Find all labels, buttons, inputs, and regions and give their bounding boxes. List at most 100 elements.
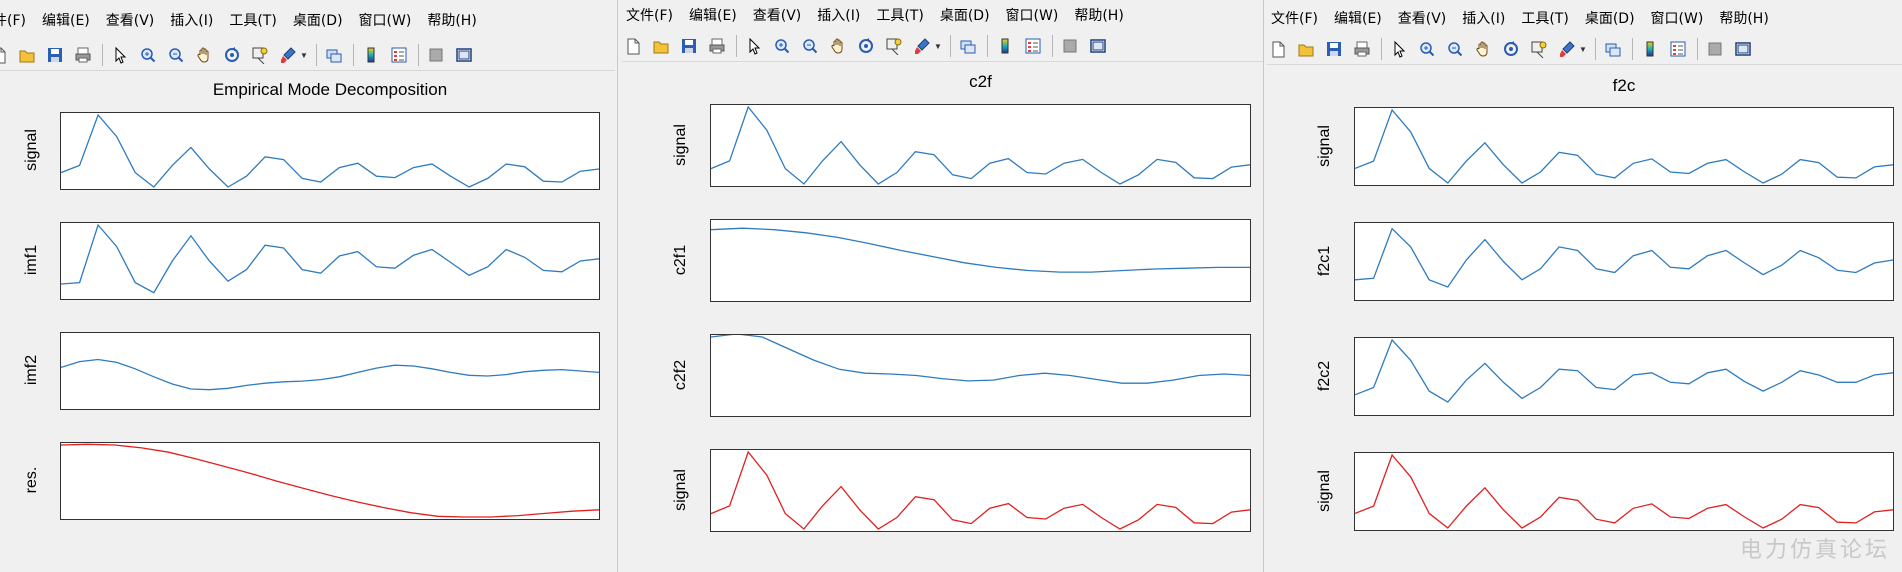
subplot-axes-3[interactable] [1354,337,1894,416]
colorbar-button[interactable] [994,35,1016,57]
series-line [1355,108,1893,184]
data-cursor-button[interactable] [249,44,271,66]
menu-desktop[interactable]: 桌面(D) [940,5,990,25]
brush-dropdown-arrow[interactable]: ▼ [1579,38,1587,60]
menu-view[interactable]: 查看(V) [106,10,155,30]
menu-help[interactable]: 帮助(H) [427,10,476,30]
open-folder-button[interactable] [650,35,672,57]
menu-edit[interactable]: 编辑(E) [1334,8,1382,28]
menu-view[interactable]: 查看(V) [1398,8,1447,28]
zoom-in-button[interactable] [771,35,793,57]
menu-tools[interactable]: 工具(T) [229,10,276,30]
brush-button[interactable] [1556,38,1578,60]
figure-toolbar: ▼ [1267,34,1902,65]
data-cursor-button[interactable] [883,35,905,57]
show-plot-tools-button[interactable] [1732,38,1754,60]
y-axis-label: res. [23,466,40,494]
new-file-button[interactable] [0,44,10,66]
menu-edit[interactable]: 编辑(E) [42,10,90,30]
brush-button[interactable] [911,35,933,57]
subplot-axes-3[interactable] [60,332,600,410]
subplot-axes-4[interactable] [1354,452,1894,531]
pan-hand-button[interactable] [193,44,215,66]
menu-desktop[interactable]: 桌面(D) [1585,8,1635,28]
pan-hand-button[interactable] [827,35,849,57]
menu-file[interactable]: 件(F) [0,10,26,30]
menu-insert[interactable]: 插入(I) [817,5,860,25]
menu-window[interactable]: 窗口(W) [1006,5,1059,25]
menu-file[interactable]: 文件(F) [1271,8,1318,28]
pointer-button[interactable] [743,35,765,57]
hide-plot-tools-button[interactable] [425,44,447,66]
new-file-button[interactable] [1267,38,1289,60]
legend-button[interactable] [1022,35,1044,57]
hide-plot-tools-button[interactable] [1704,38,1726,60]
menu-desktop[interactable]: 桌面(D) [293,10,343,30]
subplot-axes-2[interactable] [710,219,1251,302]
print-button[interactable] [706,35,728,57]
rotate-3d-button[interactable] [221,44,243,66]
link-plot-button[interactable] [1602,38,1624,60]
data-cursor-button[interactable] [1528,38,1550,60]
menu-insert[interactable]: 插入(I) [1462,8,1505,28]
y-axis-label: signal [672,468,689,511]
colorbar-icon [367,47,375,63]
subplot-axes-3[interactable] [710,334,1251,417]
subplot-axes-4[interactable] [60,442,600,520]
menu-view[interactable]: 查看(V) [753,5,802,25]
link-plot-button[interactable] [323,44,345,66]
subplot-axes-2[interactable] [1354,222,1894,301]
colorbar-button[interactable] [360,44,382,66]
subplot-axes-1[interactable] [1354,107,1894,186]
menu-file[interactable]: 文件(F) [626,5,673,25]
print-button[interactable] [72,44,94,66]
zoom-in-button[interactable] [137,44,159,66]
save-button[interactable] [1323,38,1345,60]
hide-plot-tools-button[interactable] [1059,35,1081,57]
brush-dropdown-arrow[interactable]: ▼ [934,35,942,57]
brush-dropdown-arrow[interactable]: ▼ [300,44,308,66]
show-plot-tools-button[interactable] [1087,35,1109,57]
zoom-out-button[interactable] [799,35,821,57]
figure-window-emd: 件(F) 编辑(E) 查看(V) 插入(I) 工具(T) 桌面(D) 窗口(W)… [0,0,615,572]
menu-insert[interactable]: 插入(I) [170,10,213,30]
menu-window[interactable]: 窗口(W) [359,10,412,30]
rotate-3d-button[interactable] [1500,38,1522,60]
show-plot-tools-button[interactable] [453,44,475,66]
new-file-button[interactable] [622,35,644,57]
brush-button[interactable] [277,44,299,66]
legend-button[interactable] [388,44,410,66]
colorbar-button[interactable] [1639,38,1661,60]
legend-button[interactable] [1667,38,1689,60]
print-button[interactable] [1351,38,1373,60]
open-folder-button[interactable] [1295,38,1317,60]
save-button[interactable] [44,44,66,66]
pan-hand-button[interactable] [1472,38,1494,60]
figure-window-c2f: 文件(F) 编辑(E) 查看(V) 插入(I) 工具(T) 桌面(D) 窗口(W… [617,0,1264,572]
subplot-axes-1[interactable] [710,104,1251,187]
subplot-plot-area [61,113,599,188]
menu-help[interactable]: 帮助(H) [1074,5,1123,25]
open-folder-button[interactable] [16,44,38,66]
subplot-axes-2[interactable] [60,222,600,300]
menu-window[interactable]: 窗口(W) [1651,8,1704,28]
subplot-axes-4[interactable] [710,449,1251,532]
link-plot-icon [960,40,976,54]
link-plot-button[interactable] [957,35,979,57]
menu-edit[interactable]: 编辑(E) [689,5,737,25]
pointer-icon [749,37,761,55]
menu-tools[interactable]: 工具(T) [1521,8,1568,28]
subplot-axes-1[interactable] [60,112,600,190]
save-button[interactable] [678,35,700,57]
zoom-out-button[interactable] [1444,38,1466,60]
rotate-3d-button[interactable] [855,35,877,57]
menu-bar: 文件(F) 编辑(E) 查看(V) 插入(I) 工具(T) 桌面(D) 窗口(W… [626,4,1263,26]
zoom-in-button[interactable] [1416,38,1438,60]
pointer-button[interactable] [109,44,131,66]
pointer-button[interactable] [1388,38,1410,60]
zoom-out-button[interactable] [165,44,187,66]
plot-title: Empirical Mode Decomposition [212,80,448,99]
menu-help[interactable]: 帮助(H) [1719,8,1768,28]
menu-tools[interactable]: 工具(T) [876,5,923,25]
hide-plot-tools-icon [429,48,443,62]
